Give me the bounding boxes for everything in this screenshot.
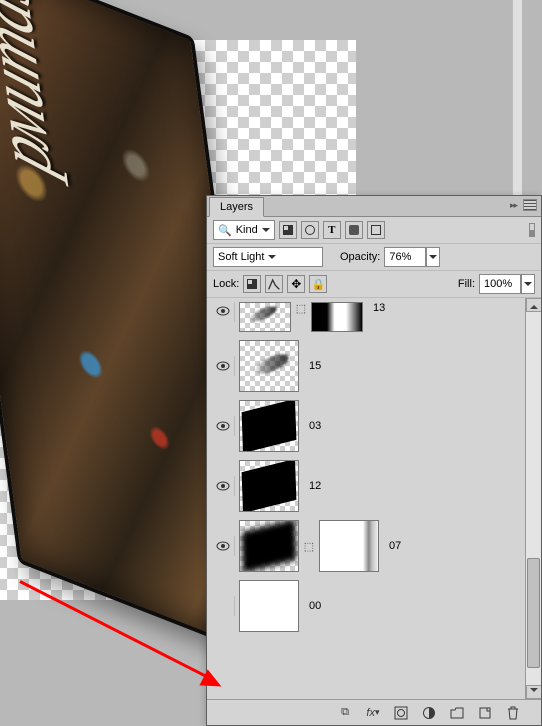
panel-menu-icon[interactable] bbox=[523, 199, 537, 211]
link-icon[interactable]: ⬚ bbox=[303, 540, 315, 553]
fill-input[interactable]: 100% bbox=[479, 274, 521, 294]
delete-layer-icon[interactable] bbox=[503, 703, 523, 723]
lock-image-icon[interactable] bbox=[265, 275, 283, 293]
layer-name[interactable]: 03 bbox=[309, 420, 321, 432]
fill-label: Fill: bbox=[458, 278, 475, 290]
scroll-thumb[interactable] bbox=[527, 558, 540, 668]
opacity-input[interactable]: 76% bbox=[384, 247, 426, 267]
visibility-toggle[interactable] bbox=[211, 356, 235, 376]
layer-thumb[interactable] bbox=[239, 520, 299, 572]
opacity-label: Opacity: bbox=[340, 251, 380, 263]
tab-layers[interactable]: Layers bbox=[209, 197, 264, 217]
filter-kind-label: Kind bbox=[236, 224, 258, 236]
collapse-icon[interactable]: ▸▸ bbox=[510, 200, 517, 211]
filter-row: 🔍Kind T bbox=[207, 217, 541, 244]
layer-row[interactable]: ⬚ 13 bbox=[207, 298, 541, 336]
panel-tab-bar: Layers ▸▸ bbox=[207, 196, 541, 217]
layer-row[interactable]: 00 bbox=[207, 576, 541, 636]
lock-label: Lock: bbox=[213, 278, 239, 290]
layer-row[interactable]: ⬚ 07 bbox=[207, 516, 541, 576]
visibility-toggle[interactable] bbox=[211, 302, 235, 322]
opacity-dropdown-icon[interactable] bbox=[426, 247, 440, 267]
layer-mask[interactable] bbox=[319, 520, 379, 572]
visibility-toggle[interactable] bbox=[211, 416, 235, 436]
fill-dropdown-icon[interactable] bbox=[521, 274, 535, 294]
layer-name[interactable]: 13 bbox=[373, 302, 385, 314]
lock-transparent-icon[interactable] bbox=[243, 275, 261, 293]
filter-adjustment-icon[interactable] bbox=[301, 221, 319, 239]
add-mask-icon[interactable] bbox=[391, 703, 411, 723]
new-layer-icon[interactable] bbox=[475, 703, 495, 723]
new-adjustment-icon[interactable] bbox=[419, 703, 439, 723]
lock-all-icon[interactable]: 🔒 bbox=[309, 275, 327, 293]
filter-kind-select[interactable]: 🔍Kind bbox=[213, 220, 275, 240]
opacity-value: 76% bbox=[389, 251, 411, 263]
visibility-toggle[interactable] bbox=[211, 476, 235, 496]
link-layers-icon[interactable]: ⧉ bbox=[335, 703, 355, 723]
scroll-up-icon[interactable] bbox=[526, 298, 541, 312]
visibility-toggle[interactable] bbox=[211, 536, 235, 556]
scroll-down-icon[interactable] bbox=[526, 685, 541, 699]
blend-row: Soft Light Opacity: 76% bbox=[207, 244, 541, 271]
blend-mode-select[interactable]: Soft Light bbox=[213, 247, 323, 267]
layer-name[interactable]: 12 bbox=[309, 480, 321, 492]
filter-shape-icon[interactable] bbox=[345, 221, 363, 239]
layer-name[interactable]: 15 bbox=[309, 360, 321, 372]
scrollbar[interactable] bbox=[525, 298, 541, 699]
fill-value: 100% bbox=[484, 278, 512, 290]
layer-name[interactable]: 07 bbox=[389, 540, 401, 552]
layer-row[interactable]: 12 bbox=[207, 456, 541, 516]
layer-row[interactable]: 15 bbox=[207, 336, 541, 396]
filter-smartobject-icon[interactable] bbox=[367, 221, 385, 239]
lock-position-icon[interactable]: ✥ bbox=[287, 275, 305, 293]
layer-list: ⬚ 13 15 03 12 ⬚ 07 bbox=[207, 298, 541, 699]
layer-thumb[interactable] bbox=[239, 340, 299, 392]
layer-name[interactable]: 00 bbox=[309, 600, 321, 612]
layer-thumb[interactable] bbox=[239, 302, 291, 332]
layer-fx-icon[interactable]: fx▾ bbox=[363, 703, 383, 723]
filter-type-icon[interactable]: T bbox=[323, 221, 341, 239]
lock-row: Lock: ✥ 🔒 Fill: 100% bbox=[207, 271, 541, 298]
layer-thumb[interactable] bbox=[239, 400, 299, 452]
layer-thumb[interactable] bbox=[239, 460, 299, 512]
panel-footer: ⧉ fx▾ bbox=[207, 699, 541, 725]
layer-mask[interactable] bbox=[311, 302, 363, 332]
filter-pixel-icon[interactable] bbox=[279, 221, 297, 239]
blend-mode-value: Soft Light bbox=[218, 251, 264, 263]
visibility-toggle[interactable] bbox=[211, 596, 235, 616]
link-icon[interactable]: ⬚ bbox=[295, 302, 307, 315]
layer-thumb[interactable] bbox=[239, 580, 299, 632]
layer-row[interactable]: 03 bbox=[207, 396, 541, 456]
new-group-icon[interactable] bbox=[447, 703, 467, 723]
filter-toggle-switch[interactable] bbox=[529, 223, 535, 237]
layers-panel: Layers ▸▸ 🔍Kind T Soft Light Opacity: 76… bbox=[206, 195, 542, 726]
